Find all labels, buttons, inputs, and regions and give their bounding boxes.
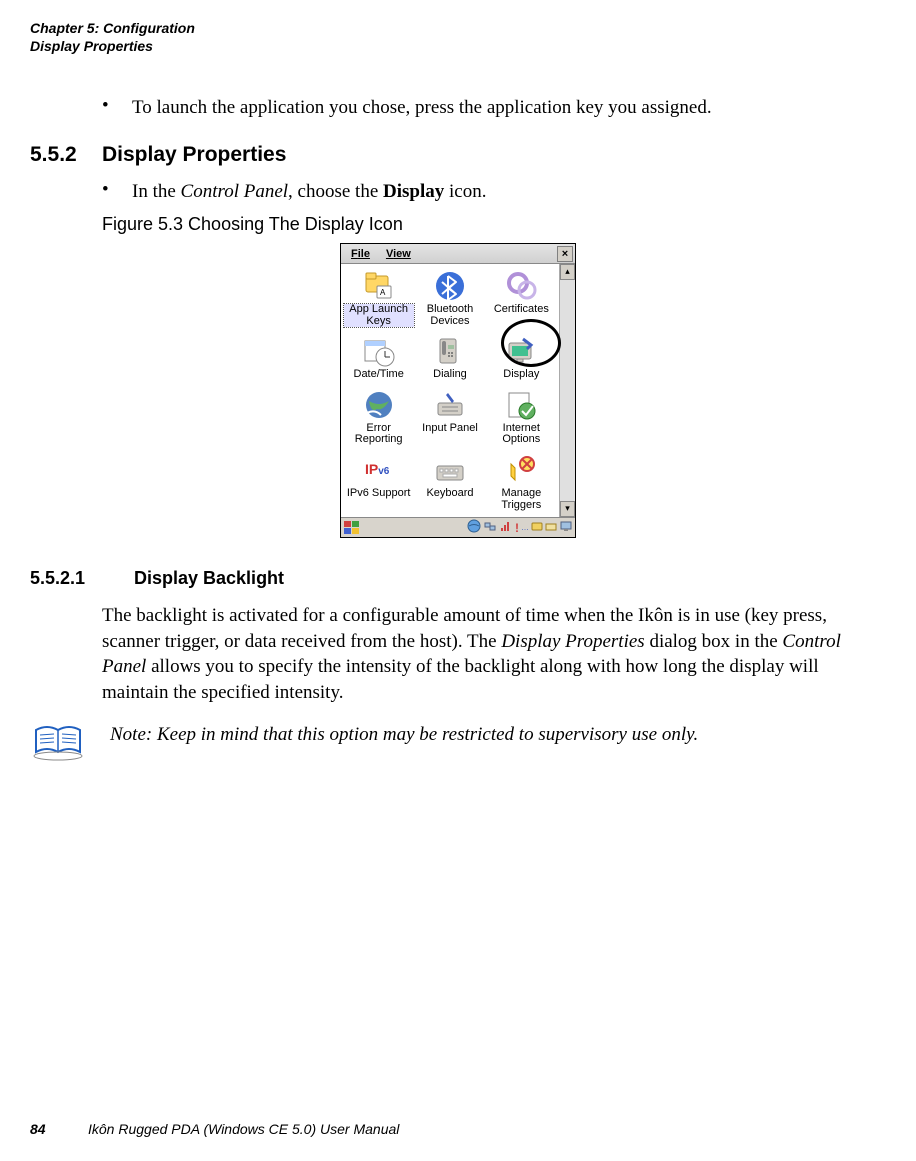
label: Display <box>503 369 539 381</box>
header-chapter: Chapter 5: Configuration <box>30 20 886 38</box>
screenshot-wrap: File View × A App Launch Keys <box>30 243 886 538</box>
item-dialing[interactable]: Dialing <box>414 333 485 385</box>
control-panel-window: File View × A App Launch Keys <box>340 243 576 538</box>
window-body: A App Launch Keys Bluetooth Devices <box>341 264 575 517</box>
ipv6-icon: IPv6 <box>363 454 395 486</box>
item-display[interactable]: Display <box>486 333 557 385</box>
system-tray: ! … <box>467 519 573 536</box>
label: Manage Triggers <box>486 488 556 511</box>
bullet-control-panel: • In the Control Panel, choose the Displ… <box>102 179 886 205</box>
bullet-launch-app: • To launch the application you chose, p… <box>102 95 886 121</box>
scrollbar[interactable]: ▴ ▾ <box>559 264 575 517</box>
label: Internet Options <box>486 423 556 446</box>
label: IPv6 Support <box>347 488 411 500</box>
item-date-time[interactable]: Date/Time <box>343 333 414 385</box>
bullet-marker: • <box>102 95 132 121</box>
subsection-5-5-2-1: 5.5.2.1 Display Backlight <box>30 568 886 589</box>
label: Keyboard <box>426 488 473 500</box>
header-section: Display Properties <box>30 38 886 56</box>
section-5-5-2: 5.5.2 Display Properties <box>30 143 886 167</box>
para-post: allows you to specify the intensity of t… <box>102 656 819 703</box>
text-bold: Display <box>383 181 444 202</box>
internet-options-icon <box>505 389 537 421</box>
scroll-down-button[interactable]: ▾ <box>560 501 575 517</box>
note-label: Note: <box>110 724 152 745</box>
tray-desktop-icon[interactable] <box>559 519 573 536</box>
page-header: Chapter 5: Configuration Display Propert… <box>30 20 886 55</box>
book-icon <box>30 722 86 767</box>
section-number: 5.5.2 <box>30 143 102 167</box>
label: Input Panel <box>422 423 478 435</box>
text-italic: Control Panel <box>181 181 289 202</box>
menu-file[interactable]: File <box>343 248 378 260</box>
label: App Launch Keys <box>344 304 414 327</box>
item-internet-options[interactable]: Internet Options <box>486 387 557 450</box>
subsection-title: Display Backlight <box>134 568 284 589</box>
section-title: Display Properties <box>102 143 286 167</box>
manage-triggers-icon <box>505 454 537 486</box>
certificates-icon <box>505 270 537 302</box>
label: Bluetooth Devices <box>415 304 485 327</box>
footer-title: Ikôn Rugged PDA (Windows CE 5.0) User Ma… <box>88 1121 399 1137</box>
item-certificates[interactable]: Certificates <box>486 268 557 331</box>
scroll-up-button[interactable]: ▴ <box>560 264 575 280</box>
label: Dialing <box>433 369 467 381</box>
para-mid1: dialog box in the <box>645 631 783 652</box>
input-panel-icon <box>434 389 466 421</box>
item-input-panel[interactable]: Input Panel <box>414 387 485 450</box>
keyboard-icon <box>434 454 466 486</box>
note-text: Note: Keep in mind that this option may … <box>86 722 698 748</box>
error-reporting-icon <box>363 389 395 421</box>
backlight-paragraph: The backlight is activated for a configu… <box>102 603 886 706</box>
bullet-marker: • <box>102 179 132 205</box>
label: Date/Time <box>354 369 404 381</box>
display-icon <box>505 335 537 367</box>
bullet-text: In the Control Panel, choose the Display… <box>132 179 487 205</box>
scroll-track[interactable] <box>560 280 575 501</box>
tray-folder-icon[interactable] <box>545 520 557 535</box>
close-button[interactable]: × <box>557 246 573 262</box>
svg-text:IPv6: IPv6 <box>365 461 390 477</box>
item-error-reporting[interactable]: Error Reporting <box>343 387 414 450</box>
date-time-icon <box>363 335 395 367</box>
item-manage-triggers[interactable]: Manage Triggers <box>486 452 557 515</box>
note: Note: Keep in mind that this option may … <box>30 722 886 767</box>
text-pre: In the <box>132 181 181 202</box>
para-italic1: Display Properties <box>501 631 644 652</box>
start-button[interactable] <box>343 520 361 536</box>
subsection-number: 5.5.2.1 <box>30 568 134 589</box>
tray-dots: … <box>521 523 529 532</box>
page-number: 84 <box>30 1121 88 1137</box>
app-launch-keys-icon: A <box>363 270 395 302</box>
label: Error Reporting <box>344 423 414 446</box>
text-mid: , choose the <box>288 181 383 202</box>
icon-grid: A App Launch Keys Bluetooth Devices <box>341 264 559 517</box>
item-ipv6-support[interactable]: IPv6 IPv6 Support <box>343 452 414 515</box>
note-body: Keep in mind that this option may be res… <box>152 724 698 745</box>
figure-caption: Figure 5.3 Choosing The Display Icon <box>102 214 886 235</box>
titlebar: File View × <box>341 244 575 264</box>
dialing-icon <box>434 335 466 367</box>
item-keyboard[interactable]: Keyboard <box>414 452 485 515</box>
tray-network-icon[interactable] <box>483 519 497 536</box>
page-footer: 84 Ikôn Rugged PDA (Windows CE 5.0) User… <box>30 1121 399 1137</box>
text-post: icon. <box>444 181 486 202</box>
tray-card-icon[interactable] <box>531 520 543 535</box>
bluetooth-icon <box>434 270 466 302</box>
label: Certificates <box>494 304 549 316</box>
taskbar: ! … <box>341 517 575 537</box>
menu-view[interactable]: View <box>378 248 419 260</box>
bullet-text: To launch the application you chose, pre… <box>132 95 712 121</box>
tray-signal-icon[interactable] <box>499 519 513 536</box>
svg-text:A: A <box>380 288 386 297</box>
tray-exclaim[interactable]: ! <box>515 521 519 535</box>
tray-globe-icon[interactable] <box>467 519 481 536</box>
item-app-launch-keys[interactable]: A App Launch Keys <box>343 268 414 331</box>
item-bluetooth-devices[interactable]: Bluetooth Devices <box>414 268 485 331</box>
